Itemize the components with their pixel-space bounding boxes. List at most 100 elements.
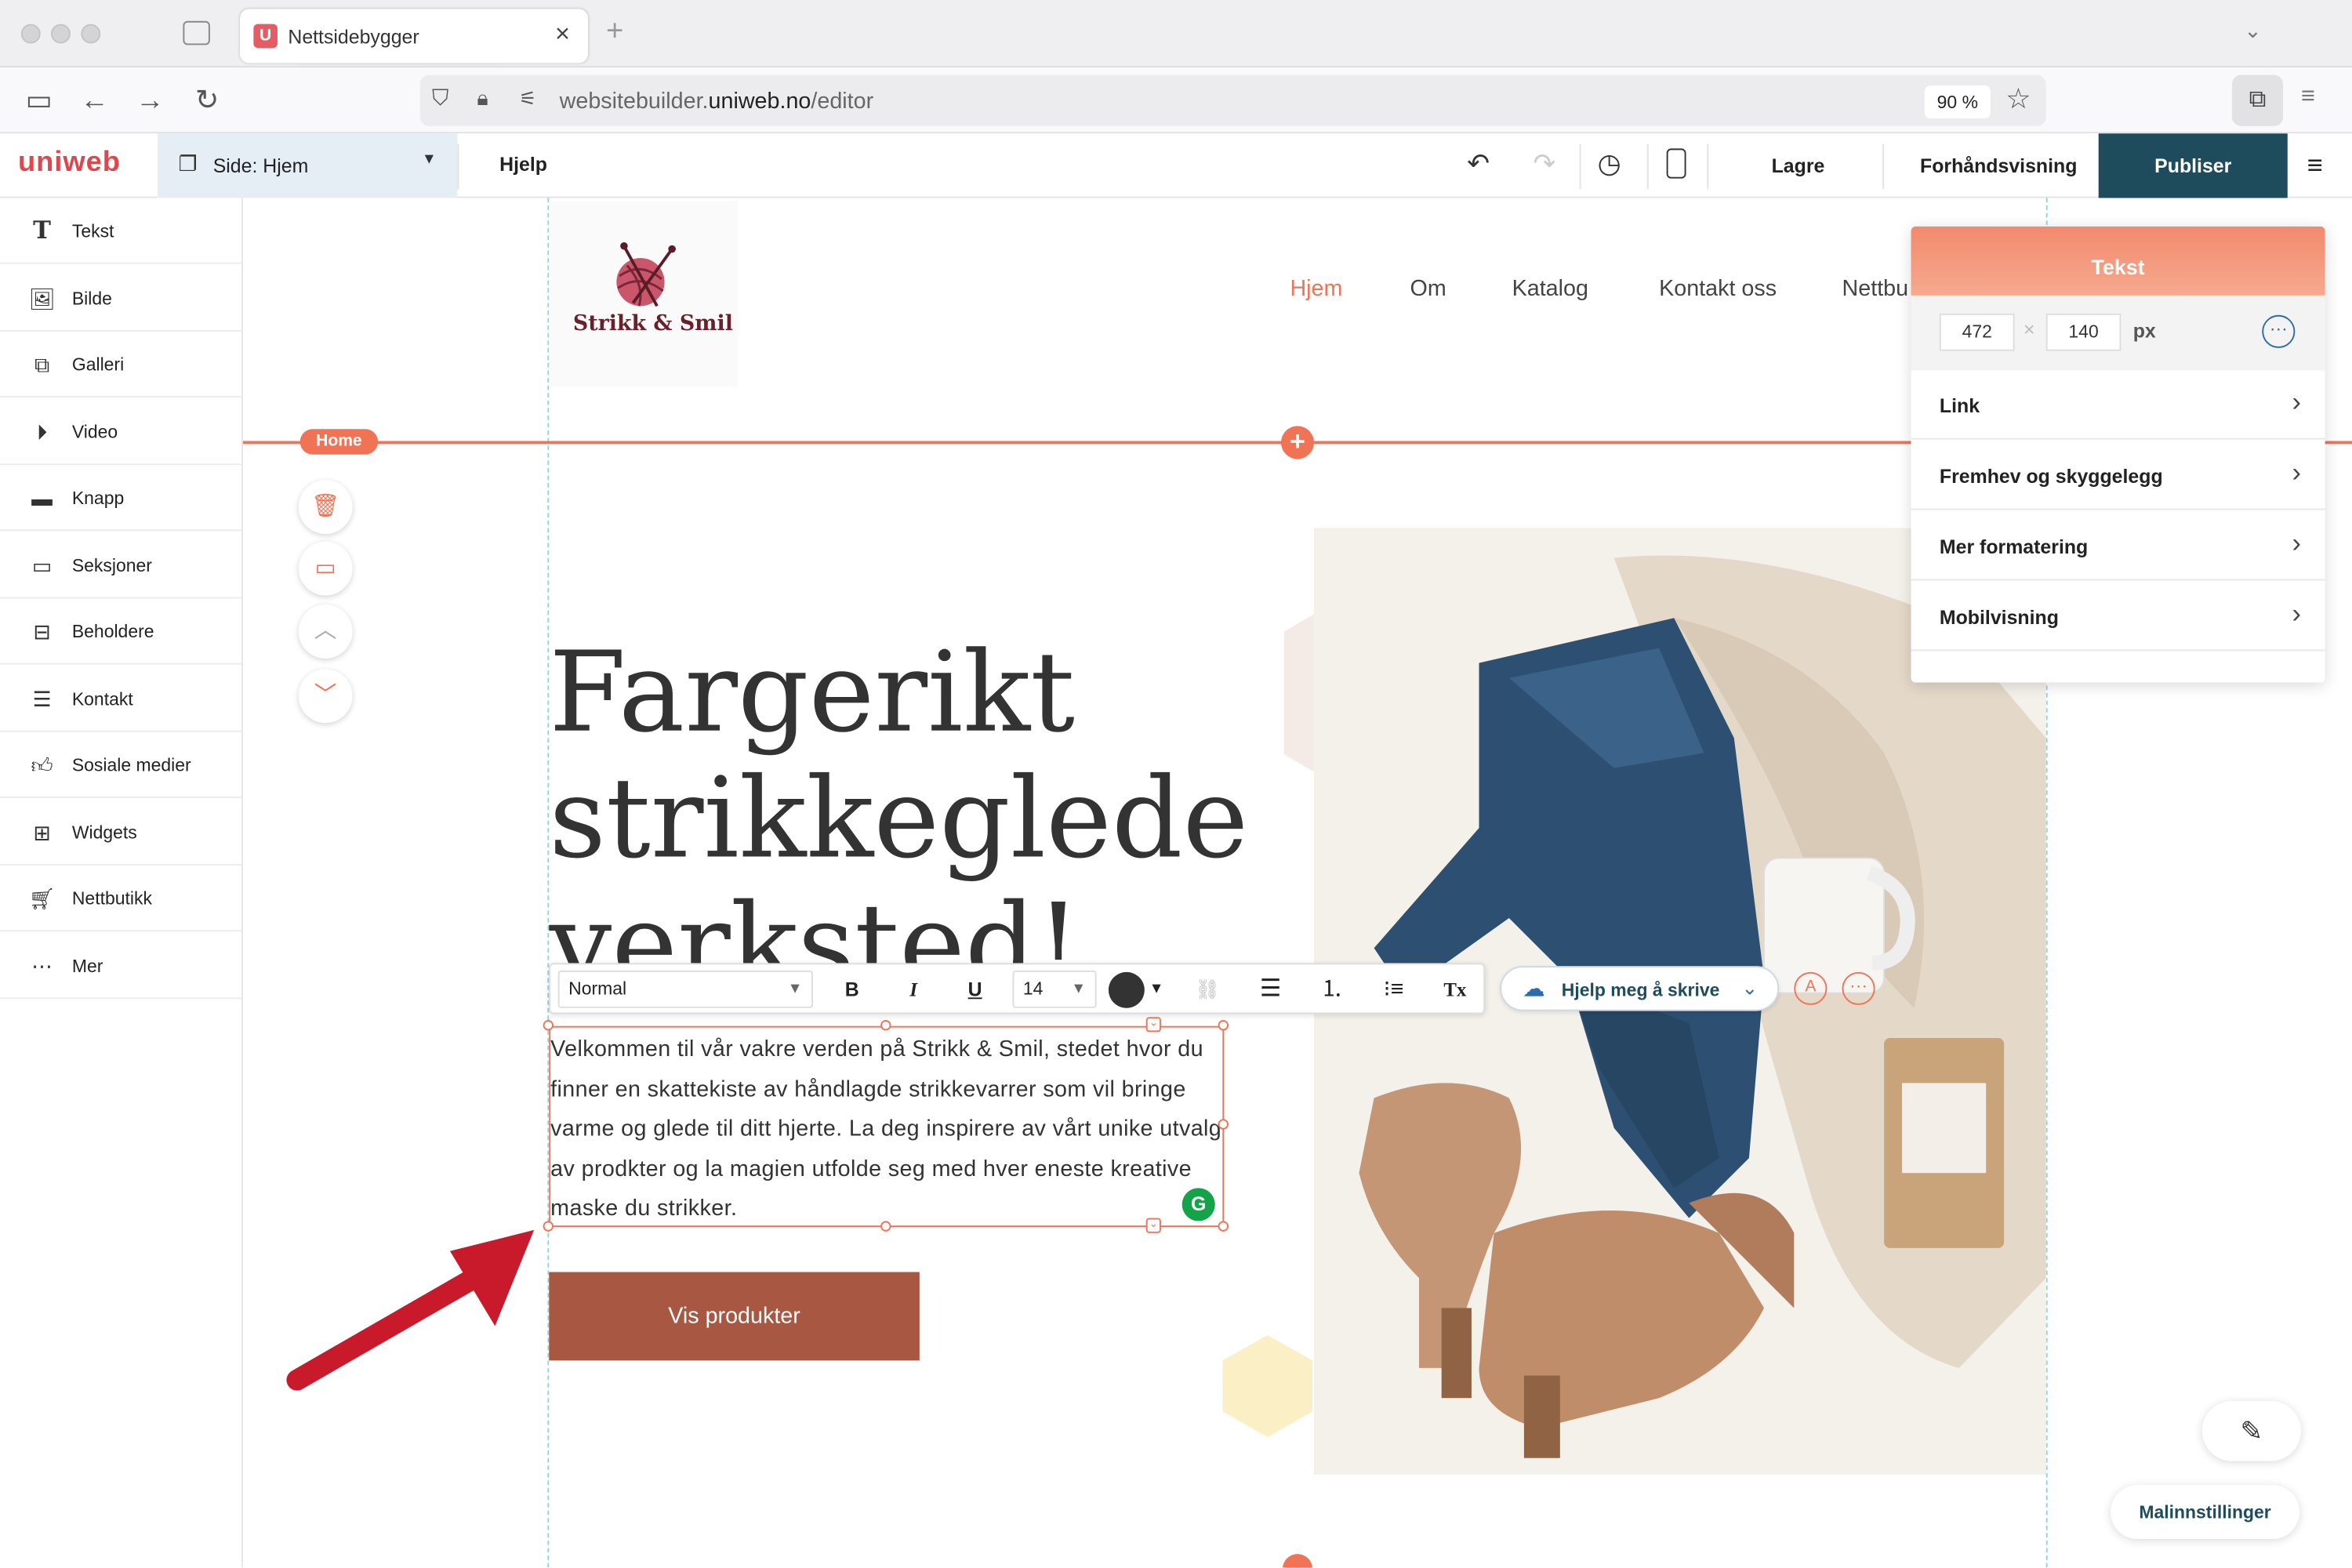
window-minimize-dot[interactable] xyxy=(51,24,71,44)
resize-handle[interactable] xyxy=(880,1020,891,1031)
sidebar-item-contact[interactable]: ☰ Kontakt xyxy=(0,666,242,732)
resize-handle[interactable] xyxy=(1218,1020,1229,1031)
italic-button[interactable]: I xyxy=(897,975,930,1005)
trash-icon[interactable]: 🗑︎ xyxy=(298,480,353,535)
move-down-icon[interactable]: ﹀ xyxy=(298,669,353,724)
link-icon[interactable]: ⛓︎ xyxy=(1189,975,1225,1005)
sidebar-item-containers[interactable]: ⊟ Beholdere xyxy=(0,598,242,665)
site-nav-catalog[interactable]: Katalog xyxy=(1512,276,1588,302)
shield-icon[interactable]: ⛉ xyxy=(432,85,449,111)
publish-button[interactable]: Publiser xyxy=(2098,133,2288,198)
sections-icon: ▭ xyxy=(31,554,53,578)
preview-button[interactable]: Forhåndsvisning xyxy=(1920,154,2077,177)
text-color-swatch[interactable] xyxy=(1108,971,1145,1008)
grammarly-icon[interactable]: G xyxy=(1181,1188,1215,1221)
panel-row-mobile-view[interactable]: Mobilvisning › xyxy=(1911,580,2325,652)
sidebar-toggle-icon[interactable]: ▭ xyxy=(20,82,59,122)
sidebar-item-social[interactable]: 👍︎ Sosiale medier xyxy=(0,732,242,798)
width-input[interactable]: 472 xyxy=(1939,313,2015,351)
design-tools-icon[interactable]: ✎ xyxy=(2201,1401,2302,1461)
resize-handle[interactable] xyxy=(543,1020,554,1031)
spellcheck-icon[interactable]: A xyxy=(1794,971,1828,1005)
bold-button[interactable]: B xyxy=(836,975,869,1005)
tab-overview-icon[interactable] xyxy=(183,20,210,45)
new-tab-icon[interactable]: + xyxy=(606,15,623,49)
move-up-icon[interactable]: ︿ xyxy=(298,604,353,659)
panel-row-highlight[interactable]: Fremhev og skyggelegg › xyxy=(1911,440,2325,510)
undo-icon[interactable]: ↶ xyxy=(1467,148,1490,180)
site-nav-shop[interactable]: Nettbu xyxy=(1842,276,1909,302)
cart-icon: 🛒︎ xyxy=(28,886,56,911)
extensions-icon[interactable]: ⧉ xyxy=(2231,74,2284,126)
reload-icon[interactable]: ↻ xyxy=(187,82,227,122)
sidebar-item-text[interactable]: T Tekst xyxy=(0,198,242,264)
sidebar-item-label: Galleri xyxy=(71,354,125,376)
hero-title[interactable]: Fargerikt strikkeglede verksted! xyxy=(549,630,1299,967)
panel-row-link[interactable]: Link › xyxy=(1911,369,2325,440)
more-options-icon[interactable]: ··· xyxy=(2262,314,2296,348)
font-size-select[interactable]: 14 ▼ xyxy=(1012,970,1097,1008)
panel-row-more-formatting[interactable]: Mer formatering › xyxy=(1911,510,2325,581)
lock-icon[interactable]: 🔒︎ xyxy=(477,85,488,111)
window-close-dot[interactable] xyxy=(20,24,41,44)
numbered-list-icon[interactable]: ⒈ xyxy=(1316,975,1348,1005)
sidebar-item-shop[interactable]: 🛒︎ Nettbutikk xyxy=(0,866,242,932)
browser-tab[interactable]: U Nettsidebygger × xyxy=(240,9,589,64)
help-menu[interactable]: Hjelp xyxy=(499,153,547,176)
back-icon[interactable]: ← xyxy=(75,82,114,122)
selected-text-box[interactable]: Velkommen til vår vakre verden på Strikk… xyxy=(549,1025,1225,1228)
sidebar-item-image[interactable]: 🖼︎ Bilde xyxy=(0,266,242,332)
mobile-view-icon[interactable] xyxy=(1666,148,1686,179)
sidebar-item-more[interactable]: ⋯ Mer xyxy=(0,933,242,1000)
height-input[interactable]: 140 xyxy=(2045,313,2122,351)
section-badge[interactable]: Home xyxy=(299,429,379,455)
site-permissions-icon[interactable]: ⚟ xyxy=(519,87,536,111)
zoom-level[interactable]: 90 % xyxy=(1924,85,1991,119)
sidebar-item-label: Knapp xyxy=(71,487,125,509)
paragraph-style-select[interactable]: Normal ▼ xyxy=(557,970,814,1008)
resize-handle[interactable] xyxy=(1218,1119,1229,1130)
save-button[interactable]: Lagre xyxy=(1772,154,1825,177)
resize-handle[interactable] xyxy=(1218,1221,1229,1232)
app-menu-icon[interactable]: ≡ xyxy=(2301,84,2315,111)
page-selector[interactable]: ❐ Side: Hjem ▼ xyxy=(157,133,458,198)
top-anchor-icon[interactable]: ⌄ xyxy=(1145,1017,1161,1033)
annotation-arrow-icon xyxy=(286,1229,535,1391)
url-bar[interactable]: ⛉ 🔒︎ ⚟ websitebuilder.uniweb.no/editor xyxy=(419,74,2046,126)
sidebar-item-video[interactable]: ⏵︎ Video xyxy=(0,399,242,466)
forward-icon[interactable]: → xyxy=(130,82,169,122)
clear-formatting-button[interactable]: Tx xyxy=(1439,975,1472,1005)
site-nav-contact[interactable]: Kontakt oss xyxy=(1659,276,1777,302)
sidebar-item-sections[interactable]: ▭ Seksjoner xyxy=(0,532,242,599)
hero-body-text: Velkommen til vår vakre verden på Strikk… xyxy=(550,1036,1222,1221)
section-settings-icon[interactable]: ▭ xyxy=(298,541,353,596)
align-left-icon[interactable]: ☰ xyxy=(1254,975,1287,1005)
sidebar-item-button[interactable]: ▬ Knapp xyxy=(0,465,242,532)
more-icon: ⋯ xyxy=(31,953,53,978)
add-section-icon[interactable]: + xyxy=(1280,426,1315,459)
tab-title: Nettsidebygger xyxy=(288,25,419,49)
site-nav-home[interactable]: Hjem xyxy=(1290,276,1342,302)
view-products-button[interactable]: Vis produkter xyxy=(549,1272,920,1361)
ai-assistant-icon: ☁ xyxy=(1522,976,1545,1003)
window-zoom-dot[interactable] xyxy=(81,24,101,44)
caret-down-icon[interactable]: ▼ xyxy=(1148,975,1166,1005)
bullet-list-icon[interactable]: ⁝≡ xyxy=(1377,975,1410,1005)
bottom-anchor-icon[interactable]: ⌄ xyxy=(1145,1218,1161,1233)
tab-close-icon[interactable]: × xyxy=(555,20,570,49)
sidebar-item-gallery[interactable]: ⧉ Galleri xyxy=(0,332,242,398)
hamburger-menu-icon[interactable]: ≡ xyxy=(2307,150,2323,181)
history-icon[interactable]: ◷ xyxy=(1598,148,1621,180)
more-options-icon[interactable]: ··· xyxy=(1842,971,1875,1005)
sidebar-item-widgets[interactable]: ⊞ Widgets xyxy=(0,800,242,866)
redo-icon[interactable]: ↷ xyxy=(1533,148,1555,180)
template-settings-button[interactable]: Malinnstillinger xyxy=(2111,1485,2300,1540)
site-logo[interactable] xyxy=(549,201,739,387)
thumbs-up-icon: 👍︎ xyxy=(31,753,53,778)
site-nav-about[interactable]: Om xyxy=(1410,276,1446,302)
help-me-write-button[interactable]: ☁ Hjelp meg å skrive ⌄ xyxy=(1500,966,1780,1011)
tab-list-chevron-icon[interactable]: ⌄ xyxy=(2244,18,2261,44)
underline-button[interactable]: U xyxy=(959,975,992,1005)
resize-handle[interactable] xyxy=(880,1221,891,1232)
bookmark-star-icon[interactable]: ☆ xyxy=(2005,82,2031,117)
